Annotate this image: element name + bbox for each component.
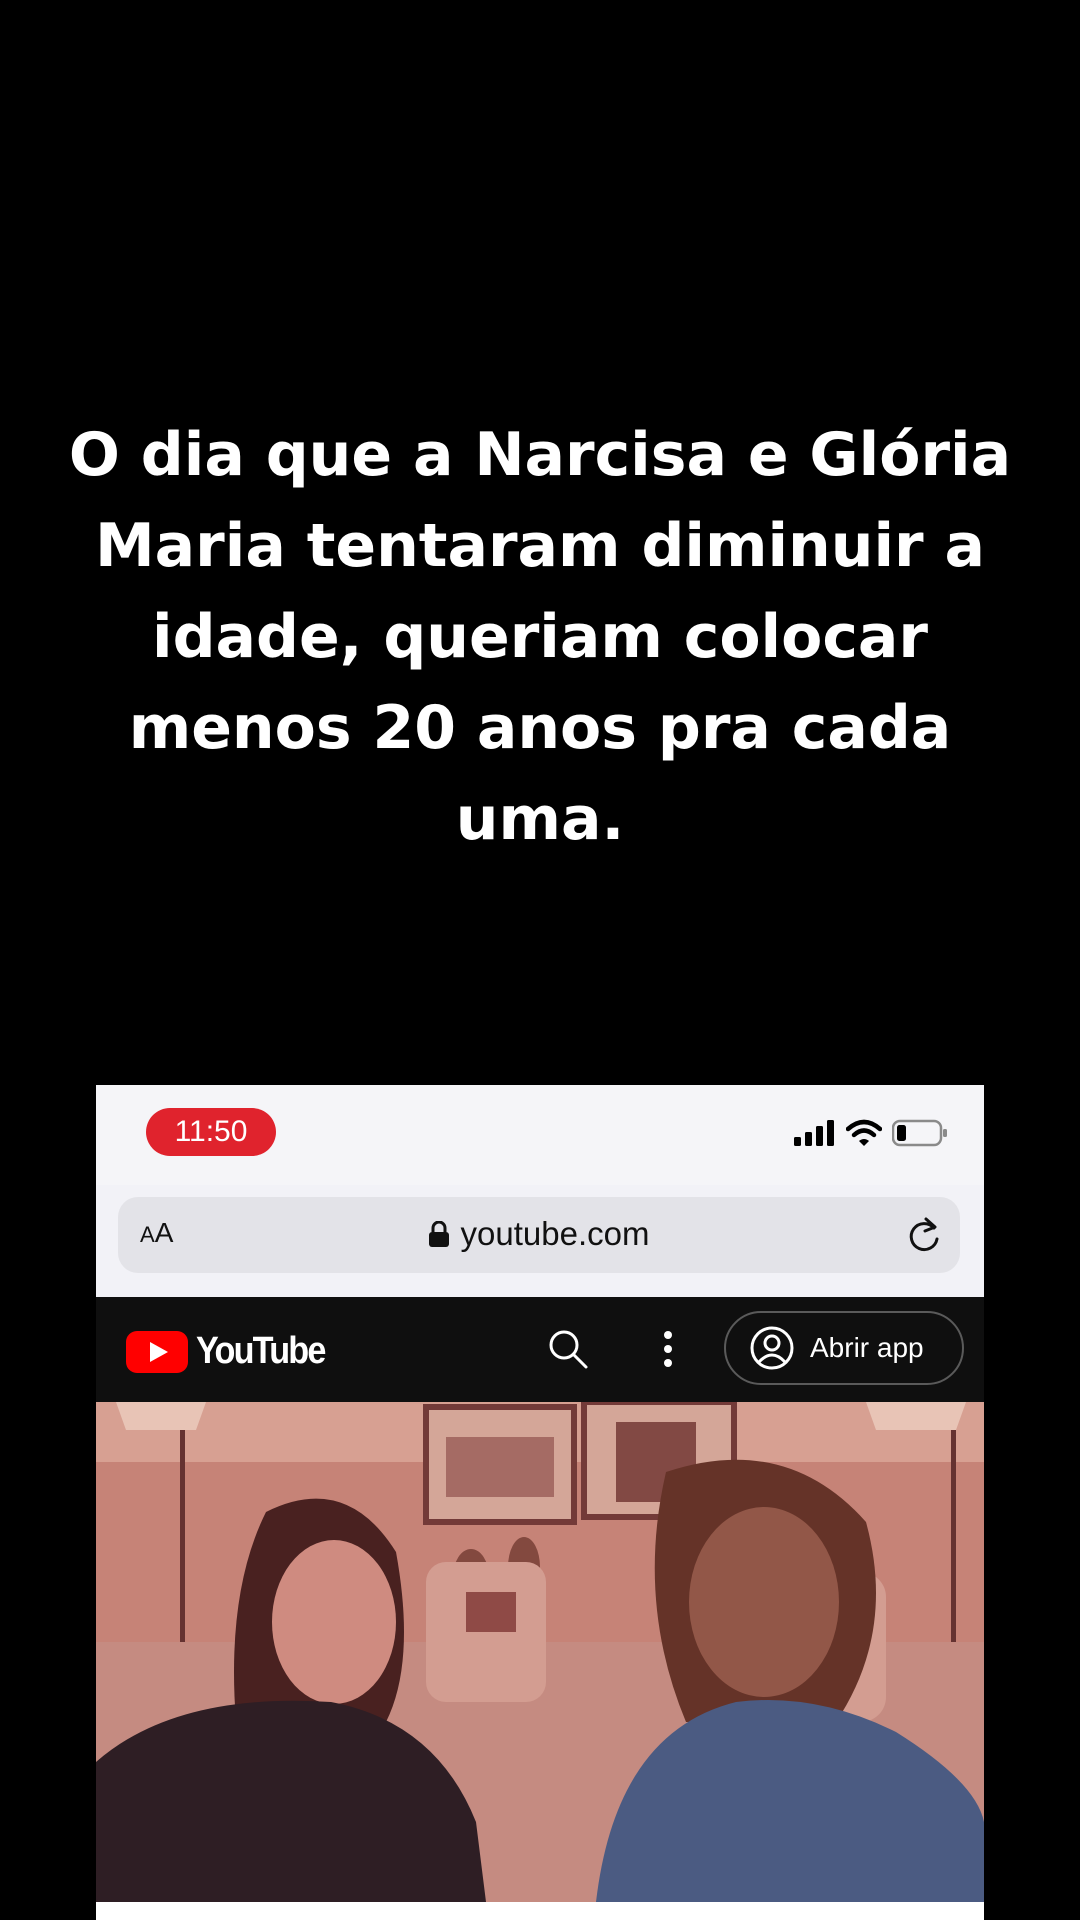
video-caption: O dia que a Narcisa e Glória Maria tenta…	[60, 410, 1020, 865]
reload-icon	[909, 1217, 939, 1252]
below-video-area	[96, 1902, 984, 1920]
status-time: 11:50	[146, 1108, 276, 1156]
video-thumbnail	[96, 1402, 984, 1902]
search-button[interactable]	[546, 1327, 590, 1375]
status-icons	[794, 1113, 948, 1153]
url-display[interactable]: youtube.com	[118, 1215, 960, 1253]
more-vertical-icon	[664, 1331, 672, 1367]
embedded-phone-screenshot: 11:50 AA youtube.com YouTube Abrir app	[96, 1085, 984, 1920]
youtube-logo-text: YouTube	[196, 1330, 326, 1372]
youtube-header: YouTube Abrir app	[96, 1297, 984, 1402]
caption-line: Maria tentaram diminuir a	[94, 511, 986, 581]
signal-icon	[794, 1120, 834, 1146]
battery-icon	[892, 1119, 947, 1147]
more-options-button[interactable]	[662, 1327, 674, 1375]
video-player[interactable]	[96, 1402, 984, 1902]
caption-line: uma.	[455, 784, 625, 854]
url-text: youtube.com	[460, 1215, 650, 1252]
youtube-logo-icon	[126, 1330, 188, 1373]
reload-button[interactable]	[906, 1215, 942, 1257]
open-app-button[interactable]: Abrir app	[724, 1311, 964, 1385]
lock-icon	[428, 1220, 449, 1247]
account-icon	[750, 1326, 794, 1370]
caption-line: O dia que a Narcisa e Glória	[68, 420, 1012, 490]
open-app-label: Abrir app	[810, 1332, 924, 1363]
caption-line: idade, queriam colocar	[152, 602, 928, 672]
wifi-icon	[846, 1119, 882, 1146]
address-bar[interactable]: AA youtube.com	[118, 1197, 960, 1273]
status-bar: 11:50	[96, 1085, 984, 1185]
youtube-logo[interactable]: YouTube	[126, 1330, 339, 1373]
search-icon	[549, 1330, 588, 1369]
caption-line: menos 20 anos pra cada	[128, 693, 952, 763]
